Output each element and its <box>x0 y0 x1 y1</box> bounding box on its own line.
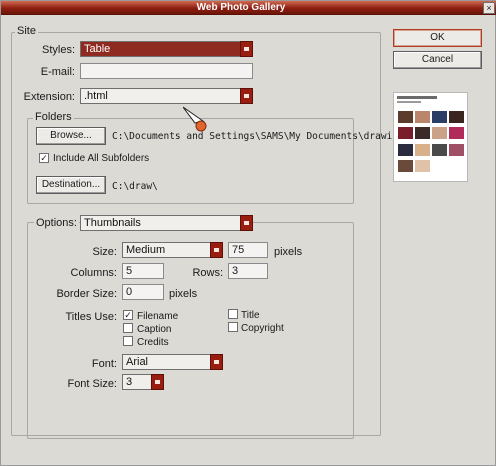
chevron-down-icon[interactable] <box>210 354 223 370</box>
gallery-preview-image <box>393 92 468 182</box>
preview-thumb <box>415 160 430 172</box>
preview-thumb <box>415 127 430 139</box>
title-checkbox[interactable] <box>228 309 238 319</box>
chevron-down-icon[interactable] <box>240 215 253 231</box>
styles-value: Table <box>84 43 111 55</box>
folders-legend: Folders <box>33 111 74 123</box>
font-select[interactable]: Arial <box>122 354 223 370</box>
preview-thumb <box>432 127 447 139</box>
preview-thumb <box>398 160 413 172</box>
styles-label: Styles: <box>41 44 75 56</box>
title-label: Title <box>241 310 260 321</box>
options-select[interactable]: Thumbnails <box>80 215 253 231</box>
filename-checkbox[interactable]: ✓ <box>123 310 133 320</box>
font-label: Font: <box>91 358 117 370</box>
columns-label: Columns: <box>70 267 117 279</box>
font-size-value: 3 <box>126 376 133 388</box>
browse-button[interactable]: Browse... <box>36 127 106 145</box>
font-value: Arial <box>126 356 149 368</box>
size-pixels-label: pixels <box>274 246 303 258</box>
preview-subtitle-bar <box>397 101 421 103</box>
ok-button[interactable]: OK <box>393 29 482 47</box>
cancel-button[interactable]: Cancel <box>393 51 482 69</box>
preview-title-bar <box>397 96 437 99</box>
preview-thumb <box>398 144 413 156</box>
options-value: Thumbnails <box>84 217 141 229</box>
close-button[interactable]: × <box>483 2 495 14</box>
size-value: Medium <box>126 244 166 256</box>
preview-thumb <box>449 127 464 139</box>
credits-checkbox[interactable] <box>123 336 133 346</box>
chevron-down-icon[interactable] <box>151 374 164 390</box>
site-legend: Site <box>15 25 38 37</box>
caption-label: Caption <box>137 324 172 335</box>
title-bar[interactable]: Web Photo Gallery × <box>1 1 496 15</box>
include-subfolders-label: Include All Subfolders <box>53 153 150 164</box>
chevron-down-icon[interactable] <box>210 242 223 258</box>
caption-checkbox[interactable] <box>123 323 133 333</box>
rows-label: Rows: <box>192 267 223 279</box>
copyright-checkbox[interactable] <box>228 322 238 332</box>
filename-label: Filename <box>137 311 179 322</box>
web-photo-gallery-dialog: Web Photo Gallery × Site Styles: Table E… <box>0 0 496 466</box>
options-label: Options: <box>34 217 79 229</box>
border-size-label: Border Size: <box>56 288 117 300</box>
font-size-label: Font Size: <box>67 378 117 390</box>
border-size-field[interactable]: 0 <box>122 284 164 300</box>
preview-thumb <box>398 111 413 123</box>
mouse-cursor-icon <box>183 106 207 132</box>
preview-thumb <box>432 144 447 156</box>
source-path: C:\Documents and Settings\SAMS\My Docume… <box>112 131 416 142</box>
extension-label: Extension: <box>23 91 75 103</box>
include-subfolders-checkbox[interactable]: ✓ <box>39 153 49 163</box>
preview-thumb <box>398 127 413 139</box>
email-label: E-mail: <box>40 66 75 78</box>
credits-label: Credits <box>137 337 169 348</box>
extension-value: .html <box>84 90 108 102</box>
columns-field[interactable]: 5 <box>122 263 164 279</box>
rows-field[interactable]: 3 <box>228 263 268 279</box>
styles-select[interactable]: Table <box>80 41 253 57</box>
size-pixels-field[interactable]: 75 <box>228 242 268 258</box>
border-pixels-label: pixels <box>169 288 198 300</box>
preview-thumb <box>449 111 464 123</box>
extension-select[interactable]: .html <box>80 88 253 104</box>
size-label: Size: <box>92 246 117 258</box>
font-size-select[interactable]: 3 <box>122 374 164 390</box>
destination-path: C:\draw\ <box>112 181 158 192</box>
email-field[interactable] <box>80 63 253 79</box>
copyright-label: Copyright <box>241 323 284 334</box>
preview-thumb <box>432 111 447 123</box>
window-title: Web Photo Gallery <box>196 2 286 13</box>
preview-thumb <box>415 144 430 156</box>
destination-button[interactable]: Destination... <box>36 176 106 194</box>
preview-thumb <box>449 144 464 156</box>
chevron-down-icon[interactable] <box>240 41 253 57</box>
preview-thumb <box>415 111 430 123</box>
chevron-down-icon[interactable] <box>240 88 253 104</box>
size-select[interactable]: Medium <box>122 242 223 258</box>
titles-use-label: Titles Use: <box>65 311 117 323</box>
